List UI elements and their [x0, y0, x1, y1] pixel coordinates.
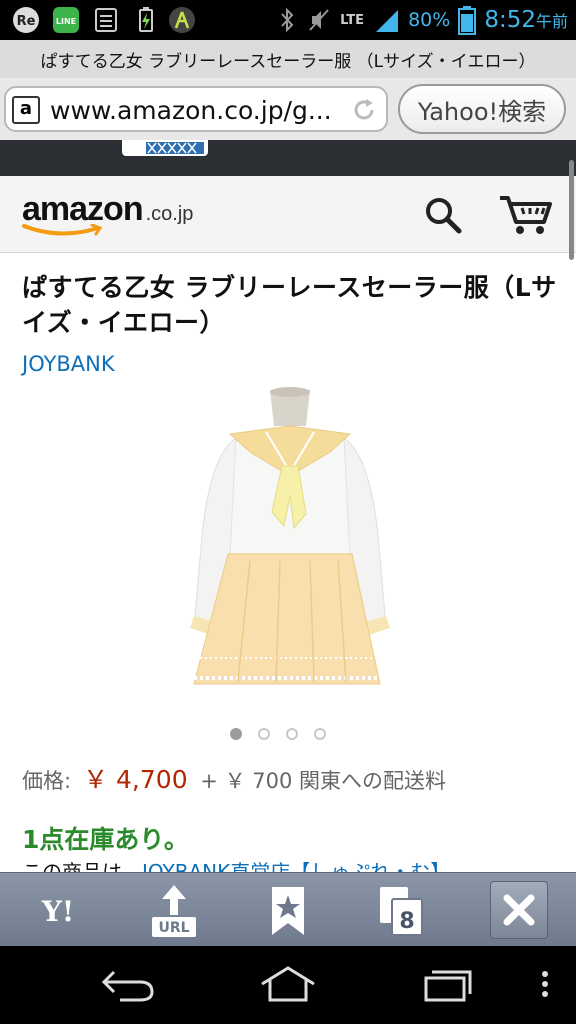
carousel-dot[interactable]	[314, 728, 326, 740]
scrollbar[interactable]	[569, 160, 574, 260]
yahoo-search-button[interactable]: Yahoo!検索	[398, 84, 566, 134]
product-image[interactable]	[180, 386, 400, 702]
url-field[interactable]: a www.amazon.co.jp/g...	[4, 86, 388, 132]
clock: 8:52午前	[484, 7, 568, 33]
svg-text:LINE: LINE	[56, 17, 76, 26]
signal-icon	[376, 10, 399, 32]
url-text: www.amazon.co.jp/g...	[50, 96, 332, 125]
stock-status: 1点在庫あり。	[22, 825, 189, 854]
brand-link[interactable]: JOYBANK	[22, 352, 115, 376]
product-title: ぱすてる乙女 ラブリーレースセーラー服（Lサイズ・イエロー）	[22, 273, 557, 337]
tabs-count: 8	[399, 909, 414, 934]
logo-tld: .co.jp	[145, 203, 194, 225]
status-right: LTE 80% 8:52午前	[276, 0, 568, 40]
recent-apps-icon[interactable]	[420, 964, 476, 1004]
clock-suffix: 午前	[535, 12, 568, 31]
home-icon[interactable]	[258, 964, 318, 1004]
yahoo-label: Y!	[41, 895, 74, 928]
bluetooth-icon	[281, 7, 294, 33]
url-label: URL	[158, 920, 189, 936]
favicon-icon: a	[12, 96, 40, 124]
svg-text:Re: Re	[17, 14, 36, 29]
clock-time: 8:52	[484, 7, 536, 33]
price-value: ￥ 4,700	[83, 765, 188, 794]
storage-icon	[95, 8, 117, 32]
close-icon	[503, 894, 535, 926]
carousel-dot[interactable]	[286, 728, 298, 740]
status-bar: Re LINE LTE 80% 8:52午前	[0, 0, 576, 40]
seller-line: この商品は、JOYBANK直営店【しゅぷれ・む】	[22, 856, 562, 872]
price-row: 価格: ￥ 4,700 + ￥ 700 関東への配送料	[22, 760, 446, 796]
pattern-icon	[146, 142, 204, 154]
mute-icon	[309, 9, 329, 31]
carousel-dot[interactable]	[230, 728, 242, 740]
tab-title: ぱすてる乙女 ラブリーレースセーラー服 （Lサイズ・イエロー）	[0, 40, 576, 79]
browser-toolbar: Y! URL 8	[0, 872, 576, 947]
network-label: LTE	[340, 12, 364, 28]
menu-icon[interactable]	[538, 964, 552, 1004]
back-icon[interactable]	[100, 964, 156, 1004]
close-button[interactable]	[490, 881, 548, 939]
seller-link[interactable]: JOYBANK直営店【しゅぷれ・む】	[142, 860, 450, 872]
address-bar-row: a www.amazon.co.jp/g... Yahoo!検索	[0, 78, 576, 140]
pattern-tab	[122, 140, 208, 156]
image-carousel-dots	[230, 728, 326, 740]
antenna-icon	[169, 7, 195, 33]
seller-prefix: この商品は、	[22, 860, 142, 872]
search-icon[interactable]	[424, 196, 462, 234]
amazon-smile-icon	[22, 224, 103, 236]
re-icon: Re	[13, 7, 39, 33]
battery-charging-icon	[139, 7, 153, 32]
system-nav-bar	[0, 946, 576, 1024]
price-label: 価格:	[22, 769, 72, 793]
tabs-icon[interactable]: 8	[372, 881, 432, 939]
cart-icon[interactable]	[498, 194, 554, 236]
page-top-strip	[0, 140, 576, 176]
url-share-icon[interactable]: URL	[144, 881, 204, 939]
carousel-dot[interactable]	[258, 728, 270, 740]
amazon-header: amazon .co.jp	[0, 176, 576, 253]
line-icon: LINE	[53, 7, 79, 33]
battery-icon	[458, 6, 477, 35]
yahoo-home-icon[interactable]: Y!	[28, 881, 88, 939]
shipping-text: + ￥ 700 関東への配送料	[200, 769, 447, 793]
logo-word: amazon	[22, 190, 144, 228]
battery-percent: 80%	[408, 9, 451, 31]
reload-icon[interactable]	[352, 98, 376, 122]
bookmark-icon[interactable]	[258, 881, 318, 939]
